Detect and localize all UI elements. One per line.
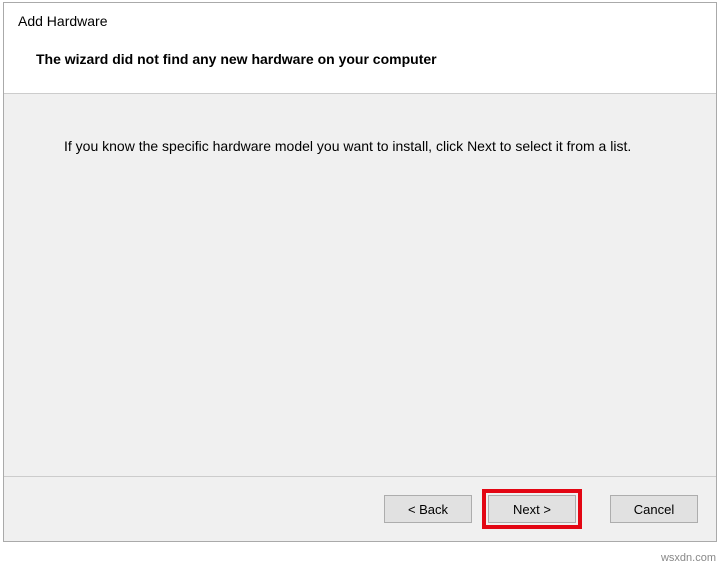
dialog-footer: < Back Next > Cancel <box>4 476 716 541</box>
back-button[interactable]: < Back <box>384 495 472 523</box>
next-button-highlight: Next > <box>482 489 582 529</box>
instruction-text: If you know the specific hardware model … <box>64 138 686 154</box>
dialog-subtitle: The wizard did not find any new hardware… <box>36 51 702 67</box>
watermark-text: wsxdn.com <box>661 552 716 564</box>
cancel-button[interactable]: Cancel <box>610 495 698 523</box>
dialog-title: Add Hardware <box>18 13 702 29</box>
dialog-content: If you know the specific hardware model … <box>4 94 716 476</box>
next-button[interactable]: Next > <box>488 495 576 523</box>
add-hardware-dialog: Add Hardware The wizard did not find any… <box>3 2 717 542</box>
dialog-header: Add Hardware The wizard did not find any… <box>4 3 716 94</box>
